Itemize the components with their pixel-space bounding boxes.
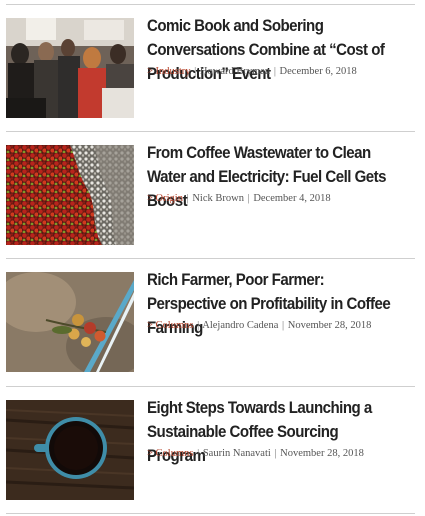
article-author: Nick Brown xyxy=(192,193,244,204)
article-item: From Coffee Wastewater to Clean Water an… xyxy=(6,131,415,258)
article-thumbnail[interactable] xyxy=(6,400,134,500)
article-meta: > Industry | Howard Bryman | December 6,… xyxy=(147,66,415,77)
article-category-link[interactable]: > Columns xyxy=(147,320,193,331)
article-date: December 4, 2018 xyxy=(253,193,331,204)
article-thumbnail[interactable] xyxy=(6,145,134,245)
meta-separator: | xyxy=(282,320,285,331)
article-author: Howard Bryman xyxy=(199,66,271,77)
meta-separator: | xyxy=(274,448,277,459)
article-author: Saurin Nanavati xyxy=(202,448,271,459)
article-item: Eight Steps Towards Launching a Sustaina… xyxy=(6,386,415,513)
article-category-link[interactable]: > Origin xyxy=(147,193,183,204)
meta-separator: | xyxy=(273,66,276,77)
article-meta: > Columns | Alejandro Cadena | November … xyxy=(147,320,415,331)
article-date: November 28, 2018 xyxy=(287,320,372,331)
article-thumbnail[interactable] xyxy=(6,272,134,372)
meta-separator: | xyxy=(194,66,197,77)
meta-separator: | xyxy=(247,193,250,204)
meta-separator: | xyxy=(197,320,200,331)
article-author: Alejandro Cadena xyxy=(202,320,279,331)
meta-separator: | xyxy=(186,193,189,204)
article-meta: > Columns | Saurin Nanavati | November 2… xyxy=(147,448,415,459)
article-thumbnail[interactable] xyxy=(6,18,134,118)
article-category-link[interactable]: > Columns xyxy=(147,448,193,459)
divider xyxy=(6,513,415,514)
article-date: November 28, 2018 xyxy=(280,448,364,459)
article-item: Comic Book and Sobering Conversations Co… xyxy=(6,4,415,131)
article-category-link[interactable]: > Industry xyxy=(147,66,191,77)
article-item: Rich Farmer, Poor Farmer: Perspective on… xyxy=(6,258,415,385)
article-date: December 6, 2018 xyxy=(279,66,357,77)
meta-separator: | xyxy=(197,448,200,459)
article-meta: > Origin | Nick Brown | December 4, 2018 xyxy=(147,193,415,204)
